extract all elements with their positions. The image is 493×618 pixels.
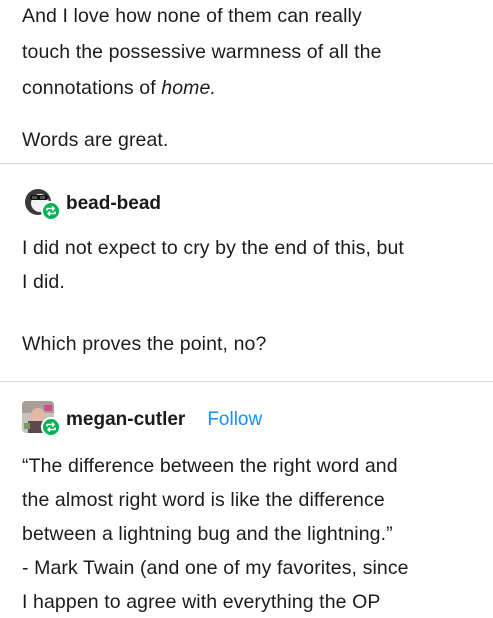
post3-username[interactable]: megan-cutler [66, 409, 185, 431]
post-divider-1 [0, 163, 493, 164]
post3-line-2: the almost right word is like the differ… [22, 489, 385, 511]
post3-line-4: - Mark Twain (and one of my favorites, s… [22, 557, 409, 579]
post1-line-3-prefix: connotations of [22, 77, 162, 99]
post-body-2: I did not expect to cry by the end of th… [22, 232, 479, 360]
post3-header: megan-cutler Follow [22, 400, 262, 440]
post3-line-3: between a lightning bug and the lightnin… [22, 523, 393, 545]
post2-avatar[interactable] [22, 185, 61, 223]
reblog-icon [41, 201, 61, 221]
post1-line-1: And I love how none of them can really [22, 5, 362, 27]
post1-line-2: touch the possessive warmness of all the [22, 41, 382, 63]
post-body-3: “The difference between the right word a… [22, 450, 479, 618]
post-body-1: And I love how none of them can really t… [22, 0, 479, 156]
reblog-icon [41, 417, 61, 437]
post3-avatar[interactable] [22, 401, 61, 439]
post2-line-2: I did. [22, 271, 65, 293]
follow-button[interactable]: Follow [207, 409, 262, 431]
post2-line-3: Which proves the point, no? [22, 333, 267, 355]
post2-header: bead-bead [22, 184, 161, 224]
post-divider-2 [0, 381, 493, 382]
post3-line-1: “The difference between the right word a… [22, 455, 398, 477]
post1-line-3: connotations of home. [22, 72, 479, 104]
post2-username[interactable]: bead-bead [66, 193, 161, 215]
post2-line-1: I did not expect to cry by the end of th… [22, 237, 404, 259]
post1-line-3-emphasis: home. [161, 77, 216, 99]
post3-line-5: I happen to agree with everything the OP [22, 591, 381, 613]
post1-line-4: Words are great. [22, 129, 169, 151]
